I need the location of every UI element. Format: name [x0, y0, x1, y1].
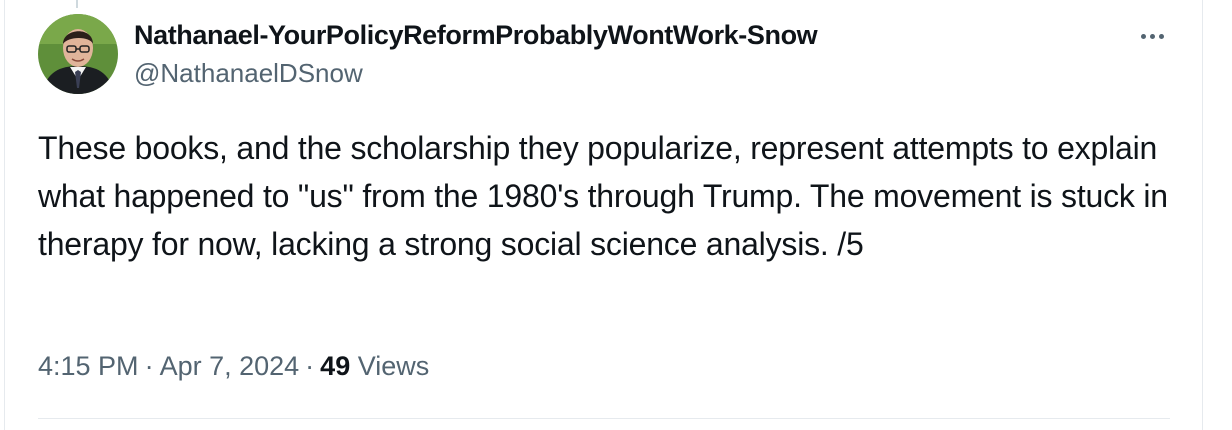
profile-photo-icon: [38, 14, 118, 94]
left-border: [4, 0, 5, 430]
views-label: Views: [357, 351, 430, 381]
tweet-date[interactable]: Apr 7, 2024: [160, 351, 300, 381]
tweet-card: Nathanael-YourPolicyReformProbablyWontWo…: [0, 0, 1232, 430]
more-horizontal-icon: [1140, 33, 1146, 39]
author-display-name[interactable]: Nathanael-YourPolicyReformProbablyWontWo…: [134, 18, 818, 52]
more-horizontal-icon-dot: [1158, 33, 1164, 39]
avatar[interactable]: [38, 14, 118, 94]
right-border: [1202, 0, 1203, 430]
thread-connector-line: [76, 0, 78, 8]
tweet-text: These books, and the scholarship they po…: [38, 130, 1168, 262]
author-names: Nathanael-YourPolicyReformProbablyWontWo…: [134, 18, 818, 90]
views-count: 49: [320, 351, 351, 381]
tweet-time[interactable]: 4:15 PM: [38, 351, 139, 381]
more-horizontal-icon-dot: [1149, 33, 1155, 39]
bottom-divider: [38, 418, 1170, 419]
more-options-button[interactable]: [1128, 18, 1176, 54]
author-handle[interactable]: @NathanaelDSnow: [134, 56, 817, 90]
tweet-metadata: 4:15 PM · Apr 7, 2024 · 49 Views: [38, 348, 429, 384]
meta-separator: ·: [144, 351, 154, 381]
meta-separator: ·: [305, 351, 315, 381]
